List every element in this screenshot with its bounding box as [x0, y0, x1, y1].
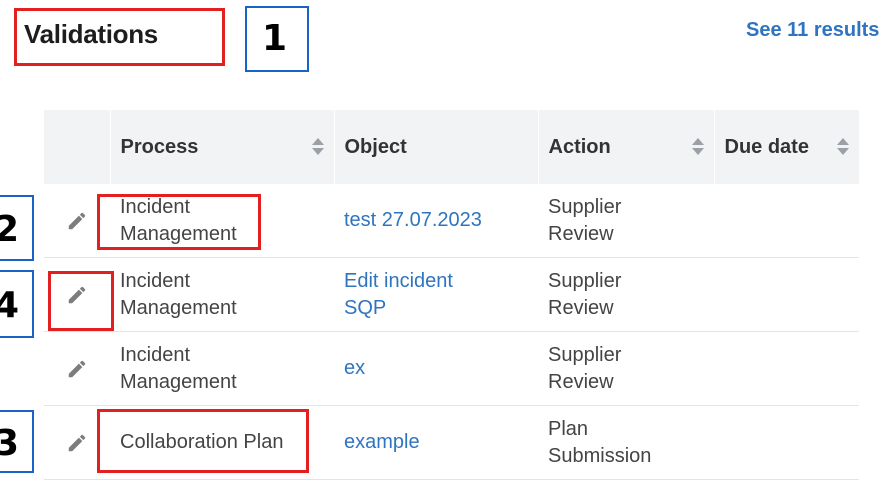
pencil-icon[interactable] [66, 431, 88, 453]
annotation-number-1: 1 [262, 18, 288, 59]
annotation-box-edit-row2 [48, 271, 114, 331]
object-link[interactable]: example [334, 405, 538, 480]
annotation-box-title [14, 8, 225, 66]
annotation-number-2: 2 [0, 209, 20, 250]
action-cell: Supplier Review [538, 331, 714, 406]
annotation-box-process-row1 [97, 194, 261, 250]
pencil-icon[interactable] [66, 209, 88, 231]
table-header-row: Process Object Action Due date [44, 110, 860, 184]
annotation-number-4: 4 [0, 285, 20, 326]
column-header-due-date[interactable]: Due date [714, 110, 860, 184]
sort-icon[interactable] [836, 138, 849, 156]
column-header-action[interactable]: Action [538, 110, 715, 184]
due-date-cell [714, 184, 859, 258]
object-link[interactable]: test 27.07.2023 [334, 184, 538, 258]
action-cell: Plan Submission [538, 405, 714, 480]
object-link[interactable]: ex [334, 331, 538, 406]
column-header-edit [44, 110, 111, 184]
due-date-cell [714, 405, 859, 480]
sort-icon[interactable] [311, 138, 324, 156]
action-cell: Supplier Review [538, 184, 714, 258]
due-date-cell [714, 331, 859, 406]
sort-icon[interactable] [691, 138, 704, 156]
action-cell: Supplier Review [538, 257, 714, 332]
annotation-number-3: 3 [0, 423, 20, 464]
edit-cell [44, 331, 110, 406]
annotation-box-process-row4 [97, 409, 309, 473]
table-row: Incident Management ex Supplier Review [44, 331, 859, 406]
object-link[interactable]: Edit incident SQP [334, 257, 538, 332]
pencil-icon[interactable] [66, 357, 88, 379]
process-cell: Incident Management [110, 331, 334, 406]
process-cell: Incident Management [110, 257, 334, 332]
column-header-object: Object [334, 110, 539, 184]
see-results-link[interactable]: See 11 results [746, 19, 879, 42]
due-date-cell [714, 257, 859, 332]
column-header-process[interactable]: Process [110, 110, 335, 184]
table-row: Incident Management Edit incident SQP Suppli… [44, 257, 859, 332]
